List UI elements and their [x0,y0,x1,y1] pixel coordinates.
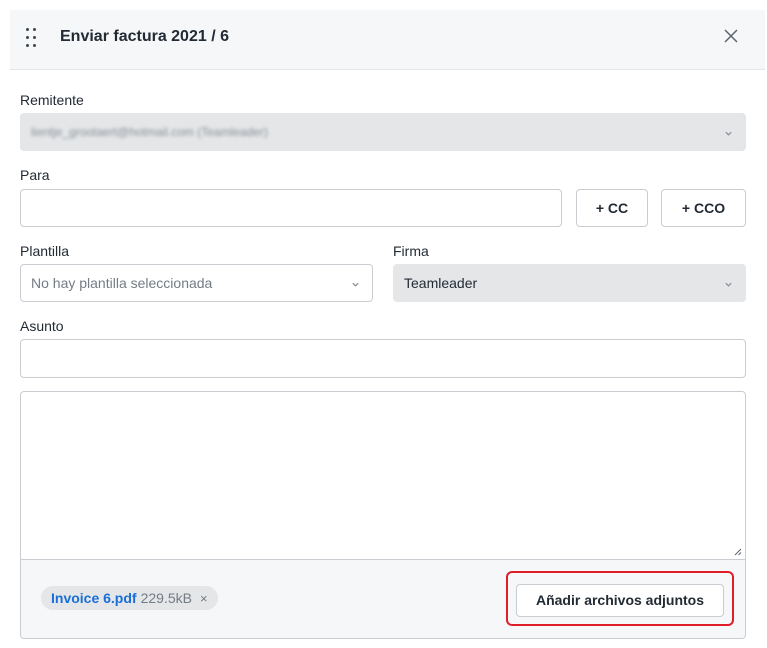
chevron-down-icon [352,282,359,287]
chevron-down-icon [725,282,732,287]
close-icon[interactable] [721,26,741,46]
subject-input[interactable] [20,339,746,378]
sender-select[interactable]: lientje_grootaert@hotmail.com (Teamleade… [20,113,746,151]
chevron-down-icon [725,131,732,136]
add-cc-button[interactable]: + CC [576,189,648,227]
template-select[interactable]: No hay plantilla seleccionada [20,264,373,302]
template-label: Plantilla [20,243,70,259]
resize-handle-icon[interactable] [734,548,742,556]
add-cco-button[interactable]: + CCO [661,189,746,227]
message-body[interactable] [21,392,745,559]
remove-attachment-icon[interactable]: × [200,591,208,606]
sender-value: lientje_grootaert@hotmail.com (Teamleade… [31,125,268,139]
subject-label: Asunto [20,318,64,334]
signature-value: Teamleader [404,275,478,291]
attachment-size: 229.5kB [140,590,192,606]
recipient-label: Para [20,167,50,183]
drag-handle-icon[interactable] [25,26,37,50]
signature-select[interactable]: Teamleader [393,264,746,302]
attachment-chip[interactable]: Invoice 6.pdf 229.5kB × [41,586,218,610]
signature-label: Firma [393,243,429,259]
sender-label: Remitente [20,92,84,108]
template-placeholder: No hay plantilla seleccionada [31,275,213,291]
recipient-input[interactable] [20,189,562,227]
attachment-name[interactable]: Invoice 6.pdf [51,590,137,606]
dialog-title: Enviar factura 2021 / 6 [60,28,229,45]
dialog-header: Enviar factura 2021 / 6 [10,10,765,70]
add-attachments-button[interactable]: Añadir archivos adjuntos [516,584,724,617]
